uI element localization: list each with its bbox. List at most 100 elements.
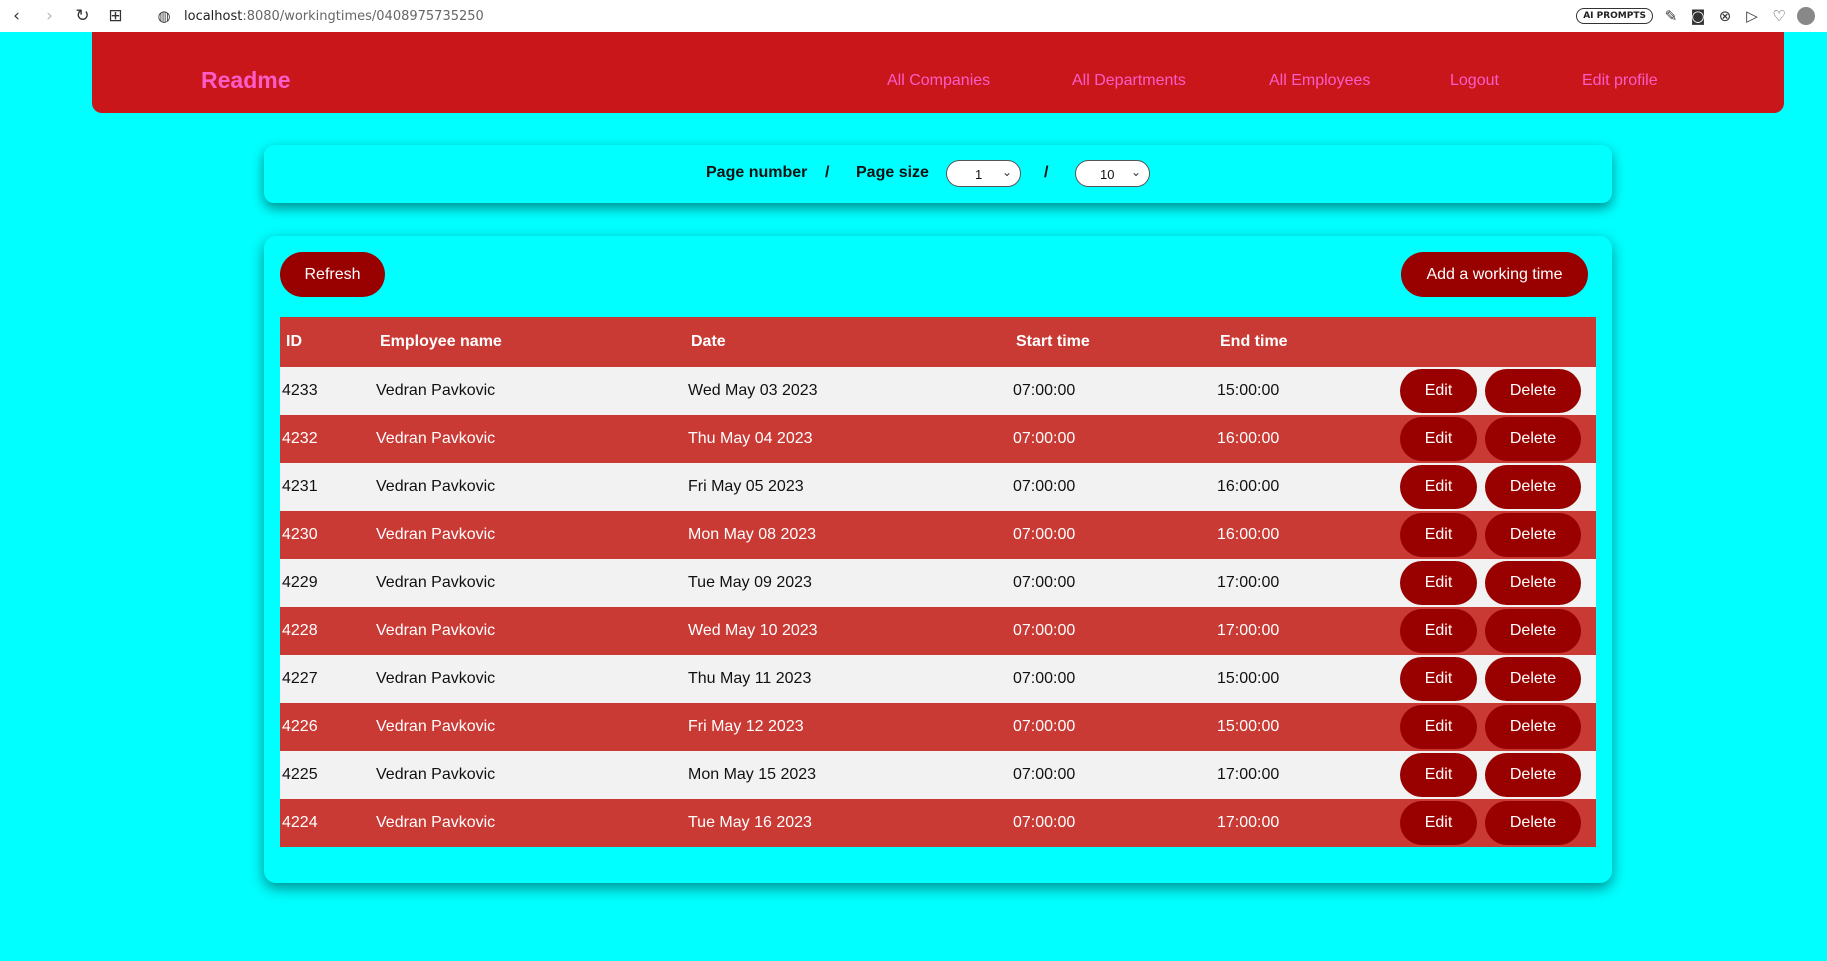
cell-start-time: 07:00:00 [1013, 574, 1076, 591]
address-bar[interactable]: localhost:8080/workingtimes/040897573525… [184, 9, 484, 24]
delete-button[interactable]: Delete [1485, 369, 1581, 413]
cell-start-time: 07:00:00 [1013, 718, 1076, 735]
cell-start-time: 07:00:00 [1013, 382, 1076, 399]
browser-actions: AI PROMPTS ✎ ◙ ⊗ ▷ ♡ [1576, 0, 1815, 32]
extension-icon[interactable]: ⊗ [1716, 7, 1734, 25]
cell-date: Fri May 12 2023 [688, 718, 804, 735]
ai-prompts-button[interactable]: AI PROMPTS [1576, 8, 1653, 24]
separator: / [825, 164, 830, 181]
cell-date: Tue May 16 2023 [688, 814, 812, 831]
cell-end-time: 16:00:00 [1217, 478, 1280, 495]
nav-logout[interactable]: Logout [1450, 72, 1499, 90]
send-icon[interactable]: ▷ [1743, 7, 1761, 25]
edit-button[interactable]: Edit [1400, 705, 1477, 749]
add-working-time-button[interactable]: Add a working time [1401, 252, 1588, 297]
cell-end-time: 16:00:00 [1217, 430, 1280, 447]
nav-all-departments[interactable]: All Departments [1072, 72, 1186, 90]
cell-end-time: 15:00:00 [1217, 670, 1280, 687]
cell-employee-name: Vedran Pavkovic [376, 718, 496, 735]
nav-edit-profile[interactable]: Edit profile [1582, 72, 1658, 90]
edit-button[interactable]: Edit [1400, 369, 1477, 413]
page-size-label: Page size [856, 164, 929, 181]
cell-start-time: 07:00:00 [1013, 766, 1076, 783]
table-row: 4229 Vedran Pavkovic Tue May 09 2023 07:00:… [280, 559, 1596, 607]
cell-end-time: 16:00:00 [1217, 526, 1280, 543]
camera-icon[interactable]: ◙ [1689, 7, 1707, 25]
cell-employee-name: Vedran Pavkovic [376, 574, 496, 591]
column-header-start-time: Start time [1016, 333, 1090, 350]
cell-employee-name: Vedran Pavkovic [376, 622, 496, 639]
nav-all-companies[interactable]: All Companies [887, 72, 990, 90]
delete-button[interactable]: Delete [1485, 609, 1581, 653]
cell-id: 4224 [282, 814, 318, 831]
cell-date: Wed May 03 2023 [688, 382, 818, 399]
delete-button[interactable]: Delete [1485, 657, 1581, 701]
forward-icon[interactable]: › [33, 0, 66, 32]
brand-link[interactable]: Readme [201, 67, 290, 94]
cell-employee-name: Vedran Pavkovic [376, 670, 496, 687]
cell-employee-name: Vedran Pavkovic [376, 478, 496, 495]
back-icon[interactable]: ‹ [0, 0, 33, 32]
cell-employee-name: Vedran Pavkovic [376, 526, 496, 543]
delete-button[interactable]: Delete [1485, 801, 1581, 845]
column-header-date: Date [691, 333, 726, 350]
cell-id: 4229 [282, 574, 318, 591]
working-times-table: ID Employee name Date Start time End tim… [280, 317, 1596, 847]
table-row: 4232 Vedran Pavkovic Thu May 04 2023 07:00:… [280, 415, 1596, 463]
heart-icon[interactable]: ♡ [1770, 7, 1788, 25]
edit-button[interactable]: Edit [1400, 417, 1477, 461]
cell-end-time: 17:00:00 [1217, 766, 1280, 783]
delete-button[interactable]: Delete [1485, 561, 1581, 605]
cell-start-time: 07:00:00 [1013, 478, 1076, 495]
edit-icon[interactable]: ✎ [1662, 7, 1680, 25]
browser-toolbar: ‹ › ↻ ⊞ ◍ localhost:8080/workingtimes/04… [0, 0, 1827, 32]
page-size-select[interactable]: 10 ⌄ [1075, 160, 1150, 187]
table-row: 4226 Vedran Pavkovic Fri May 12 2023 07:00:… [280, 703, 1596, 751]
edit-button[interactable]: Edit [1400, 801, 1477, 845]
cell-end-time: 17:00:00 [1217, 622, 1280, 639]
nav-all-employees[interactable]: All Employees [1269, 72, 1370, 90]
cell-end-time: 15:00:00 [1217, 382, 1280, 399]
table-header: ID Employee name Date Start time End tim… [280, 317, 1596, 367]
url-path: :8080/workingtimes/0408975735250 [242, 8, 484, 24]
cell-end-time: 15:00:00 [1217, 718, 1280, 735]
edit-button[interactable]: Edit [1400, 657, 1477, 701]
cell-date: Thu May 11 2023 [688, 670, 812, 687]
site-info-icon[interactable]: ◍ [154, 6, 174, 26]
table-row: 4224 Vedran Pavkovic Tue May 16 2023 07:00:… [280, 799, 1596, 847]
delete-button[interactable]: Delete [1485, 513, 1581, 557]
cell-date: Fri May 05 2023 [688, 478, 804, 495]
cell-start-time: 07:00:00 [1013, 622, 1076, 639]
delete-button[interactable]: Delete [1485, 705, 1581, 749]
delete-button[interactable]: Delete [1485, 465, 1581, 509]
column-header-end-time: End time [1220, 333, 1288, 350]
profile-avatar[interactable] [1797, 7, 1815, 25]
url-host: localhost [184, 8, 243, 24]
delete-button[interactable]: Delete [1485, 753, 1581, 797]
cell-id: 4230 [282, 526, 318, 543]
edit-button[interactable]: Edit [1400, 753, 1477, 797]
table-row: 4233 Vedran Pavkovic Wed May 03 2023 07:00:… [280, 367, 1596, 415]
page-number-select[interactable]: 1 ⌄ [946, 160, 1021, 187]
edit-button[interactable]: Edit [1400, 561, 1477, 605]
separator: / [1044, 164, 1049, 181]
reload-icon[interactable]: ↻ [66, 0, 99, 32]
edit-button[interactable]: Edit [1400, 465, 1477, 509]
cell-start-time: 07:00:00 [1013, 430, 1076, 447]
cell-start-time: 07:00:00 [1013, 526, 1076, 543]
pagination-card: Page number / Page size 1 ⌄ / 10 ⌄ [264, 145, 1612, 203]
cell-date: Mon May 15 2023 [688, 766, 817, 783]
edit-button[interactable]: Edit [1400, 513, 1477, 557]
cell-date: Wed May 10 2023 [688, 622, 818, 639]
table-row: 4225 Vedran Pavkovic Mon May 15 2023 07:00:… [280, 751, 1596, 799]
column-header-employee-name: Employee name [380, 333, 502, 350]
table-row: 4227 Vedran Pavkovic Thu May 11 2023 07:00:… [280, 655, 1596, 703]
delete-button[interactable]: Delete [1485, 417, 1581, 461]
table-row: 4230 Vedran Pavkovic Mon May 08 2023 07:00:… [280, 511, 1596, 559]
edit-button[interactable]: Edit [1400, 609, 1477, 653]
cell-start-time: 07:00:00 [1013, 670, 1076, 687]
refresh-button[interactable]: Refresh [280, 252, 385, 297]
page-number-value: 1 [975, 167, 983, 182]
tab-grid-icon[interactable]: ⊞ [99, 0, 132, 32]
chevron-down-icon: ⌄ [1001, 165, 1012, 179]
